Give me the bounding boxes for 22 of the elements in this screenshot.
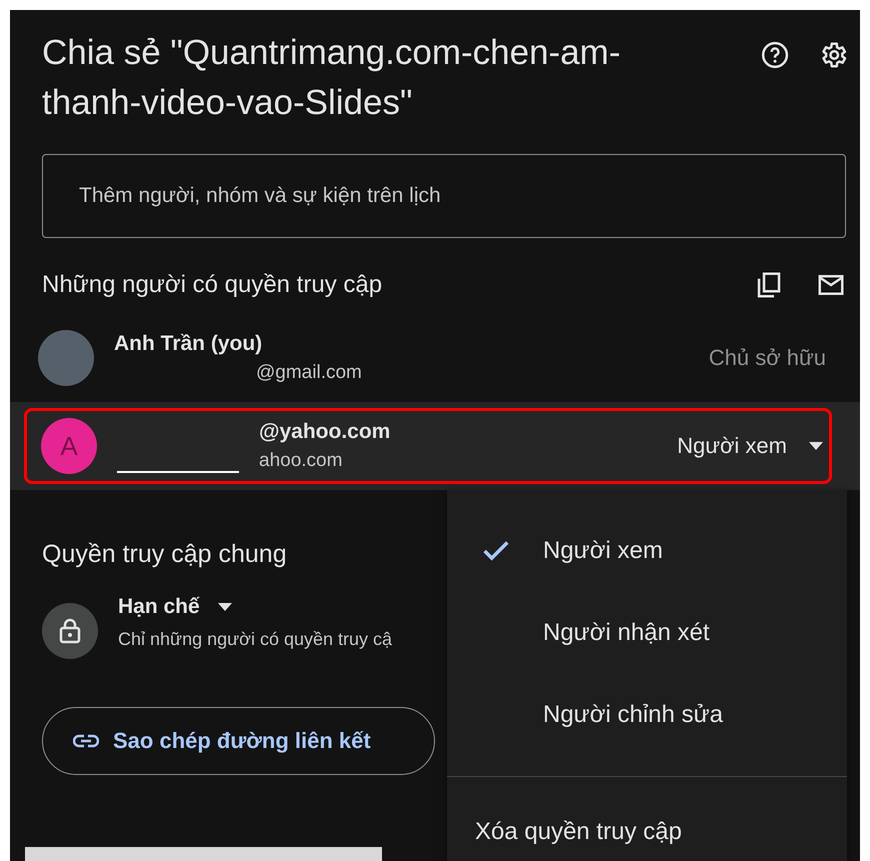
help-icon[interactable] <box>760 40 790 70</box>
access-dropdown[interactable]: Hạn chế <box>118 595 392 619</box>
menu-item[interactable]: Người nhận xét <box>447 592 847 674</box>
menu-item[interactable]: Xóa quyền truy cập <box>447 797 847 861</box>
caret-icon <box>218 603 232 611</box>
member-name: Anh Trần (you) <box>114 332 264 356</box>
add-people-field[interactable]: Thêm người, nhóm và sự kiện trên lịch <box>42 154 846 238</box>
menu-item[interactable]: Người chỉnh sửa <box>447 674 847 756</box>
role-dropdown[interactable]: Người xem <box>677 433 823 459</box>
caret-icon <box>809 442 823 450</box>
dialog-title: Chia sẻ "Quantrimang.com-chen-am-thanh-video-vao-Slides" <box>42 32 622 124</box>
role-label: Chủ sở hữu <box>708 345 826 371</box>
member-name: @yahoo.com <box>258 420 392 444</box>
member-email: @gmail.com <box>255 362 363 384</box>
access-description: Chỉ những người có quyền truy cậ <box>118 629 392 650</box>
section-heading: Quyền truy cập chung <box>42 540 287 569</box>
avatar: A <box>41 418 97 474</box>
member-email: ahoo.com <box>258 450 344 472</box>
link-icon <box>73 734 99 748</box>
section-heading: Những người có quyền truy cập <box>42 271 382 299</box>
menu-item[interactable]: Người xem <box>447 510 847 592</box>
copy-link-button[interactable]: Sao chép đường liên kết <box>42 707 435 775</box>
